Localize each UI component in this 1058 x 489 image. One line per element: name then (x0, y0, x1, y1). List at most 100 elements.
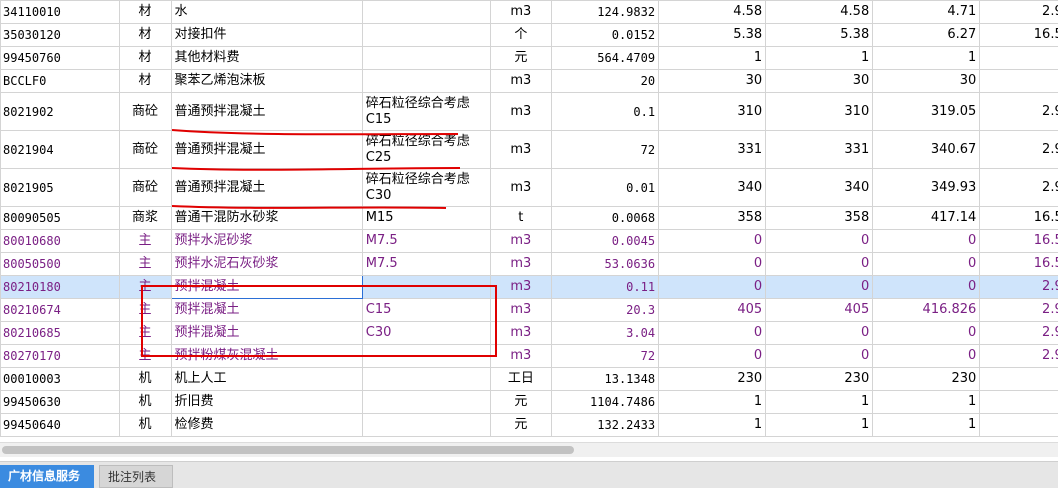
table-row[interactable]: 35030120 材 对接扣件 个 0.0152 5.38 5.38 6.27 … (1, 24, 1058, 47)
table-row[interactable]: 80210674 主 预拌混凝土 C15 m3 20.3 405 405 416… (1, 299, 1058, 322)
price-cell[interactable]: 1 (766, 391, 873, 414)
price-cell[interactable]: 1 (659, 391, 766, 414)
price-cell[interactable]: 358 (659, 207, 766, 230)
unit-cell[interactable]: m3 (490, 70, 551, 93)
scrollbar-thumb[interactable] (2, 446, 574, 454)
price-cell[interactable]: 4.58 (766, 1, 873, 24)
price-cell[interactable]: 0 (659, 230, 766, 253)
price-cell[interactable]: 0 (766, 230, 873, 253)
horizontal-scrollbar[interactable] (0, 442, 1058, 457)
type-cell[interactable]: 商砼 (119, 93, 171, 131)
rate-cell[interactable]: 16.52 (980, 253, 1058, 276)
table-row[interactable]: 80270170 主 预拌粉煤灰混凝土 m3 72 0 0 0 2.92 (1, 345, 1058, 368)
unit-cell[interactable]: m3 (490, 322, 551, 345)
price-cell[interactable]: 30 (766, 70, 873, 93)
spec-cell[interactable] (362, 391, 490, 414)
rate-cell[interactable]: 16.52 (980, 24, 1058, 47)
quantity-cell[interactable]: 124.9832 (552, 1, 659, 24)
name-cell[interactable]: 普通预拌混凝土 (171, 169, 362, 207)
code-cell[interactable]: 80010680 (1, 230, 120, 253)
rate-cell[interactable]: 0 (980, 414, 1058, 437)
table-row[interactable]: 8021904 商砼 普通预拌混凝土 碎石粒径综合考虑 C25 m3 72 33… (1, 131, 1058, 169)
spec-cell[interactable]: M15 (362, 207, 490, 230)
unit-cell[interactable]: m3 (490, 276, 551, 299)
quantity-cell[interactable]: 0.01 (552, 169, 659, 207)
rate-cell[interactable]: 0 (980, 47, 1058, 70)
price-cell[interactable]: 6.27 (873, 24, 980, 47)
table-row[interactable]: 99450630 机 折旧费 元 1104.7486 1 1 1 0 (1, 391, 1058, 414)
price-cell[interactable]: 1 (873, 414, 980, 437)
price-cell[interactable]: 0 (873, 345, 980, 368)
price-cell[interactable]: 405 (766, 299, 873, 322)
quantity-cell[interactable]: 0.0068 (552, 207, 659, 230)
rate-cell[interactable]: 0 (980, 391, 1058, 414)
type-cell[interactable]: 主 (119, 299, 171, 322)
price-cell[interactable]: 1 (766, 47, 873, 70)
unit-cell[interactable]: 元 (490, 391, 551, 414)
price-cell[interactable]: 1 (659, 414, 766, 437)
price-cell[interactable]: 0 (659, 345, 766, 368)
price-cell[interactable]: 0 (766, 276, 873, 299)
quantity-cell[interactable]: 0.0045 (552, 230, 659, 253)
table-row[interactable]: 99450760 材 其他材料费 元 564.4709 1 1 1 0 (1, 47, 1058, 70)
code-cell[interactable]: 80210180 (1, 276, 120, 299)
code-cell[interactable]: 80050500 (1, 253, 120, 276)
unit-cell[interactable]: m3 (490, 345, 551, 368)
price-cell[interactable]: 0 (766, 253, 873, 276)
price-cell[interactable]: 5.38 (766, 24, 873, 47)
type-cell[interactable]: 主 (119, 345, 171, 368)
type-cell[interactable]: 商砼 (119, 131, 171, 169)
unit-cell[interactable]: m3 (490, 230, 551, 253)
rate-cell[interactable]: 16.52 (980, 230, 1058, 253)
name-cell[interactable]: 折旧费 (171, 391, 362, 414)
type-cell[interactable]: 机 (119, 414, 171, 437)
spec-cell[interactable]: C15 (362, 299, 490, 322)
price-cell[interactable]: 0 (659, 322, 766, 345)
name-cell[interactable]: 机上人工 (171, 368, 362, 391)
type-cell[interactable]: 材 (119, 1, 171, 24)
name-cell[interactable]: 水 (171, 1, 362, 24)
price-cell[interactable]: 319.05 (873, 93, 980, 131)
spec-cell[interactable]: 碎石粒径综合考虑 C30 (362, 169, 490, 207)
name-cell[interactable]: 预拌混凝土 (171, 299, 362, 322)
quantity-cell[interactable]: 53.0636 (552, 253, 659, 276)
name-cell[interactable]: 检修费 (171, 414, 362, 437)
name-cell[interactable]: 预拌水泥砂浆 (171, 230, 362, 253)
spec-cell[interactable]: C30 (362, 322, 490, 345)
spec-cell[interactable]: 碎石粒径综合考虑 C15 (362, 93, 490, 131)
price-cell[interactable]: 0 (766, 345, 873, 368)
price-cell[interactable]: 230 (873, 368, 980, 391)
unit-cell[interactable]: m3 (490, 253, 551, 276)
price-cell[interactable]: 4.58 (659, 1, 766, 24)
table-row[interactable]: 8021902 商砼 普通预拌混凝土 碎石粒径综合考虑 C15 m3 0.1 3… (1, 93, 1058, 131)
code-cell[interactable]: 99450630 (1, 391, 120, 414)
unit-cell[interactable]: m3 (490, 169, 551, 207)
type-cell[interactable]: 机 (119, 391, 171, 414)
table-row[interactable]: 34110010 材 水 m3 124.9832 4.58 4.58 4.71 … (1, 1, 1058, 24)
quantity-cell[interactable]: 0.1 (552, 93, 659, 131)
name-cell[interactable]: 预拌混凝土 (171, 322, 362, 345)
price-cell[interactable]: 0 (873, 230, 980, 253)
tab-material-info-service[interactable]: 广材信息服务 (0, 465, 94, 488)
code-cell[interactable]: 80210674 (1, 299, 120, 322)
price-cell[interactable]: 1 (659, 47, 766, 70)
quantity-cell[interactable]: 13.1348 (552, 368, 659, 391)
code-cell[interactable]: 00010003 (1, 368, 120, 391)
price-cell[interactable]: 0 (873, 276, 980, 299)
price-cell[interactable]: 0 (766, 322, 873, 345)
code-cell[interactable]: 80270170 (1, 345, 120, 368)
spec-cell[interactable] (362, 345, 490, 368)
quantity-cell[interactable]: 3.04 (552, 322, 659, 345)
price-cell[interactable]: 230 (659, 368, 766, 391)
price-cell[interactable]: 1 (766, 414, 873, 437)
selected-table-row[interactable]: 80210180 主 预拌混凝土··· m3 0.11 0 0 0 2.92 (1, 276, 1058, 299)
unit-cell[interactable]: m3 (490, 1, 551, 24)
code-cell[interactable]: 8021902 (1, 93, 120, 131)
type-cell[interactable]: 机 (119, 368, 171, 391)
price-cell[interactable]: 416.826 (873, 299, 980, 322)
unit-cell[interactable]: m3 (490, 131, 551, 169)
name-cell[interactable]: 预拌水泥石灰砂浆 (171, 253, 362, 276)
price-cell[interactable]: 340 (766, 169, 873, 207)
price-cell[interactable]: 0 (873, 253, 980, 276)
quantity-cell[interactable]: 72 (552, 131, 659, 169)
